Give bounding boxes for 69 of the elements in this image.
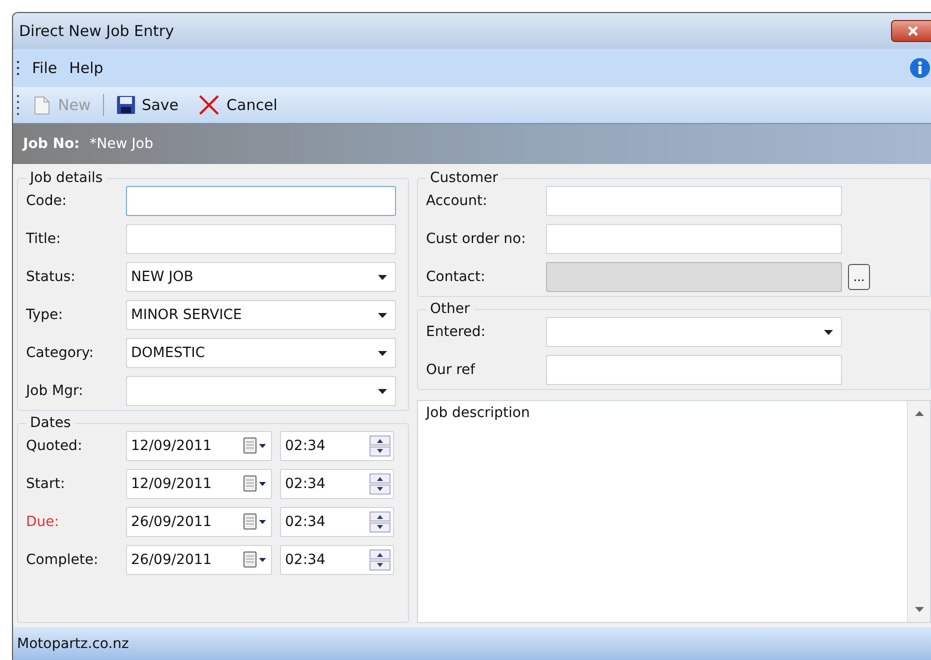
field-label: Cust order no: (426, 231, 527, 247)
window-title: Direct New Job Entry (19, 22, 175, 40)
field-label: Title: (26, 231, 62, 247)
cancel-icon (196, 93, 221, 117)
dropdown-arrow-icon (378, 312, 387, 318)
field-label: Status: (26, 269, 76, 285)
job-description-field[interactable]: Job description (417, 400, 931, 623)
dropdown[interactable]: MINOR SERVICE (126, 300, 396, 330)
dropdown[interactable]: NEW JOB (126, 262, 396, 292)
menu-item[interactable]: Help (69, 59, 104, 77)
group-title: Other (429, 301, 471, 317)
spinner-icon (369, 473, 391, 495)
group-title: Dates (29, 415, 72, 431)
field-label: Contact: (426, 269, 486, 285)
menu-item[interactable]: File (32, 59, 58, 77)
field-label: Our ref (426, 362, 476, 378)
scroll-up-icon (914, 411, 924, 416)
grip-icon (17, 93, 20, 117)
field-label: Quoted: (26, 438, 84, 454)
time-field[interactable]: 02:34 (280, 507, 394, 537)
calendar-icon (243, 513, 267, 531)
info-icon[interactable] (909, 57, 931, 79)
dropdown[interactable] (126, 376, 396, 406)
group-title: Customer (429, 170, 500, 186)
field-label: Job Mgr: (26, 383, 84, 399)
calendar-icon (243, 551, 267, 569)
grip-icon (17, 60, 20, 76)
time-field[interactable]: 02:34 (280, 431, 394, 461)
field-label: Account: (426, 193, 488, 209)
field-label: Entered: (426, 324, 486, 340)
field-label: Start: (26, 476, 66, 492)
text-field[interactable] (546, 186, 842, 216)
date-picker[interactable]: 12/09/2011 (126, 469, 272, 499)
calendar-icon (243, 475, 267, 493)
field-label: Type: (26, 307, 64, 323)
job-number-label: Job No: (23, 136, 80, 152)
field-label: Due: (26, 514, 60, 530)
spinner-icon (369, 511, 391, 533)
scrollbar[interactable] (907, 401, 930, 622)
close-button[interactable] (891, 20, 931, 42)
spinner-icon (369, 435, 391, 457)
date-picker[interactable]: 26/09/2011 (126, 507, 272, 537)
document-icon (32, 94, 52, 116)
calendar-icon (243, 437, 267, 455)
time-field[interactable]: 02:34 (280, 545, 394, 575)
field-label: Category: (26, 345, 95, 361)
dropdown[interactable] (546, 317, 842, 347)
group-title: Job details (28, 170, 104, 186)
text-field[interactable] (546, 355, 842, 385)
field-label: Complete: (26, 552, 100, 568)
job-number-value: *New Job (90, 136, 154, 152)
status-text: Motopartz.co.nz (17, 636, 129, 652)
cancel-button[interactable]: Cancel (190, 91, 284, 119)
dropdown-arrow-icon (378, 350, 387, 356)
close-icon (906, 25, 920, 37)
scroll-down-icon (914, 607, 924, 612)
dropdown-arrow-icon (378, 388, 387, 394)
dropdown-arrow-icon (378, 274, 387, 280)
dropdown[interactable]: DOMESTIC (126, 338, 396, 368)
text-field[interactable] (126, 224, 396, 254)
time-field[interactable]: 02:34 (280, 469, 394, 499)
text-field[interactable] (546, 224, 842, 254)
save-button[interactable]: Save (110, 93, 185, 117)
field-label: Code: (26, 193, 68, 209)
dropdown-arrow-icon (824, 330, 833, 334)
date-picker[interactable]: 12/09/2011 (126, 431, 272, 461)
date-picker[interactable]: 26/09/2011 (126, 545, 272, 575)
spinner-icon (369, 549, 391, 571)
text-field[interactable] (126, 186, 396, 216)
